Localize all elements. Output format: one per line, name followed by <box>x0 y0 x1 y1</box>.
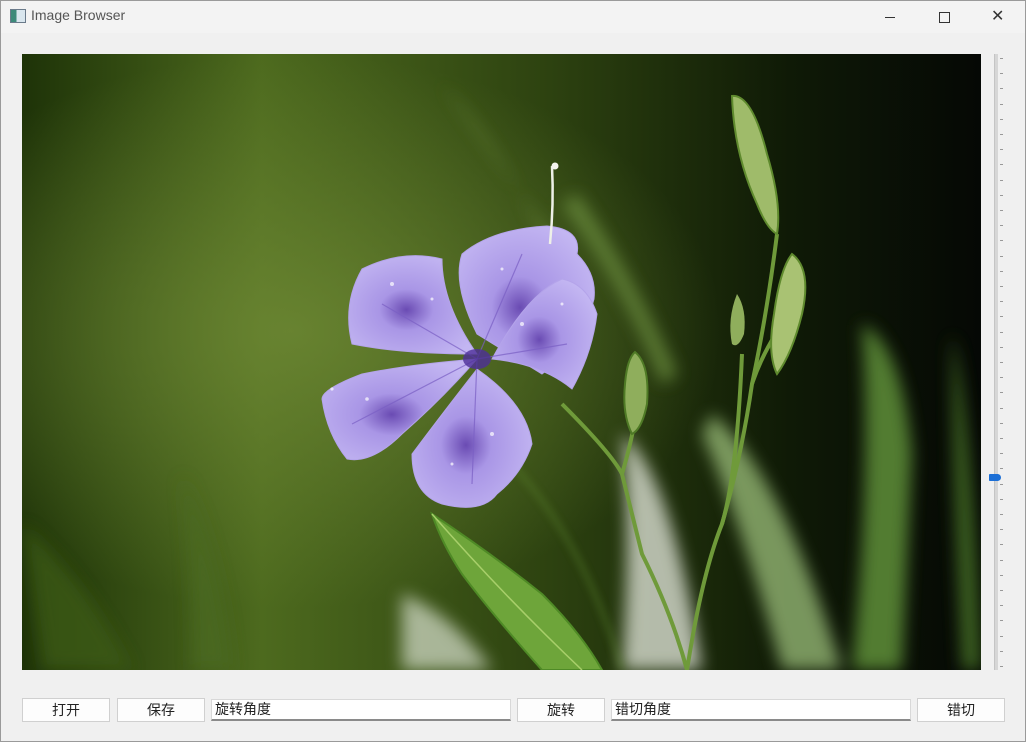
slider-tick <box>1000 408 1003 409</box>
slider-tick <box>1000 195 1003 196</box>
minimize-icon <box>885 17 895 18</box>
slider-tick <box>1000 332 1003 333</box>
app-window: Image Browser ✕ 打开 保存 旋转角度 旋转 错切角度 错切 <box>0 0 1026 742</box>
slider-tick <box>1000 575 1003 576</box>
close-icon: ✕ <box>991 6 1005 25</box>
slider-tick <box>1000 271 1003 272</box>
slider-tick <box>1000 651 1003 652</box>
flower-photo <box>22 54 981 670</box>
slider-tick <box>1000 316 1003 317</box>
minimize-button[interactable] <box>867 1 913 33</box>
slider-tick <box>1000 256 1003 257</box>
slider-tick <box>1000 529 1003 530</box>
slider-tick <box>1000 362 1003 363</box>
slider-tick <box>1000 560 1003 561</box>
vertical-slider[interactable] <box>986 54 1006 670</box>
slider-groove[interactable] <box>994 54 998 670</box>
slider-tick <box>1000 73 1003 74</box>
slider-tick <box>1000 438 1003 439</box>
slider-tick <box>1000 119 1003 120</box>
shear-button[interactable]: 错切 <box>917 698 1005 722</box>
slider-tick <box>1000 636 1003 637</box>
slider-tick <box>1000 88 1003 89</box>
slider-tick <box>1000 499 1003 500</box>
slider-tick <box>1000 590 1003 591</box>
save-button[interactable]: 保存 <box>117 698 205 722</box>
shear-angle-input[interactable] <box>611 699 911 721</box>
slider-tick <box>1000 347 1003 348</box>
open-button[interactable]: 打开 <box>22 698 110 722</box>
image-display <box>22 54 981 670</box>
slider-tick <box>1000 301 1003 302</box>
slider-tick <box>1000 392 1003 393</box>
slider-tick <box>1000 286 1003 287</box>
maximize-button[interactable] <box>921 1 967 33</box>
slider-tick <box>1000 484 1003 485</box>
window-title: Image Browser <box>31 7 126 23</box>
slider-tick <box>1000 514 1003 515</box>
slider-tick <box>1000 164 1003 165</box>
slider-tick <box>1000 377 1003 378</box>
slider-tick <box>1000 544 1003 545</box>
slider-tick <box>1000 423 1003 424</box>
slider-tick <box>1000 210 1003 211</box>
slider-tick <box>1000 180 1003 181</box>
slider-tick <box>1000 468 1003 469</box>
slider-tick <box>1000 134 1003 135</box>
slider-tick <box>1000 620 1003 621</box>
slider-tick <box>1000 58 1003 59</box>
maximize-icon <box>939 12 950 23</box>
rotate-button[interactable]: 旋转 <box>517 698 605 722</box>
rotate-angle-input[interactable] <box>211 699 511 721</box>
close-button[interactable]: ✕ <box>975 1 1021 33</box>
slider-handle[interactable] <box>989 474 1001 481</box>
title-bar[interactable]: Image Browser ✕ <box>1 1 1025 33</box>
slider-tick <box>1000 666 1003 667</box>
slider-tick <box>1000 149 1003 150</box>
slider-tick <box>1000 453 1003 454</box>
slider-tick <box>1000 605 1003 606</box>
slider-tick <box>1000 225 1003 226</box>
slider-tick <box>1000 104 1003 105</box>
app-image-icon <box>10 9 26 23</box>
slider-tick <box>1000 240 1003 241</box>
